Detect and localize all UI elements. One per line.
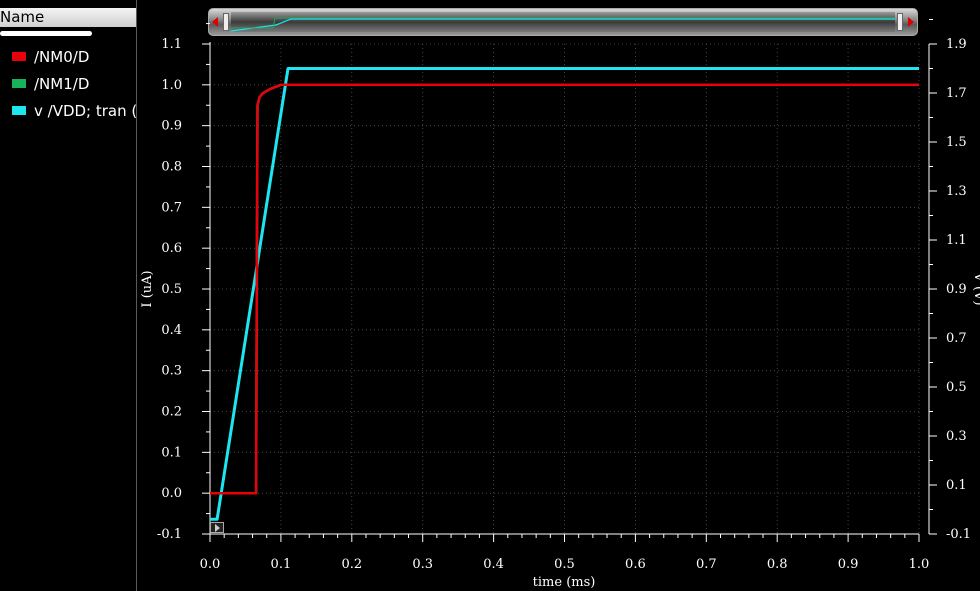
y-tick-label: 0.2 <box>161 405 182 420</box>
y-tick-label: 0.8 <box>161 160 182 175</box>
y2-tick-label: 1.3 <box>946 184 967 199</box>
y2-tick-label: -0.1 <box>946 527 971 542</box>
x-tick-label: 0.5 <box>554 557 575 572</box>
y2-tick-label: 1.5 <box>946 135 967 150</box>
x-tick-label: 0.4 <box>483 557 504 572</box>
x-tick-label: 0.7 <box>696 557 717 572</box>
x-tick-label: 0.9 <box>838 557 859 572</box>
grid <box>210 43 920 535</box>
x-tick-label: 0.3 <box>412 557 433 572</box>
y2-tick-label: 1.7 <box>946 86 967 101</box>
y-axis-label: I (uA) <box>140 270 155 307</box>
y2-tick-label: 0.5 <box>946 380 967 395</box>
x-tick-label: 0.8 <box>767 557 788 572</box>
y-tick-label: 0.5 <box>161 282 182 297</box>
x-tick-label: 1.0 <box>909 557 930 572</box>
axes: 0.0 0.1 0.2 0.3 0.4 0.5 0.6 0.7 0.8 0.9 1.0 -0.1 0.0… <box>157 19 971 572</box>
x-tick-label: 0.0 <box>200 557 221 572</box>
y-tick-label: -0.1 <box>157 527 182 542</box>
y2-axis-label: V (V) <box>971 271 980 305</box>
x-tick-label: 0.2 <box>341 557 362 572</box>
y2-tick-label: 1.1 <box>946 233 967 248</box>
y-tick-label: 0.9 <box>161 119 182 134</box>
y2-tick-label: 0.1 <box>946 478 967 493</box>
y-tick-label: 1.0 <box>161 78 182 93</box>
x-tick-label: 0.6 <box>625 557 646 572</box>
y2-tick-label: 1.9 <box>946 37 967 52</box>
marker-play-icon[interactable] <box>210 522 224 533</box>
y-tick-label: 0.6 <box>161 241 182 256</box>
y-tick-label: 0.0 <box>161 486 182 501</box>
x-tick-label: 0.1 <box>271 557 292 572</box>
x-axis-label: time (ms) <box>533 575 596 590</box>
y-tick-label: 1.1 <box>161 37 182 52</box>
y-tick-label: 0.7 <box>161 200 182 215</box>
y-tick-label: 0.3 <box>161 364 182 379</box>
y2-tick-label: 0.7 <box>946 331 967 346</box>
waveform-plot[interactable]: 0.0 0.1 0.2 0.3 0.4 0.5 0.6 0.7 0.8 0.9 1.0 -0.1 0.0… <box>0 0 980 591</box>
y2-tick-label: 0.3 <box>946 429 967 444</box>
y2-tick-label: 0.9 <box>946 282 967 297</box>
y-tick-label: 0.1 <box>161 445 182 460</box>
y-tick-label: 0.4 <box>161 323 182 338</box>
